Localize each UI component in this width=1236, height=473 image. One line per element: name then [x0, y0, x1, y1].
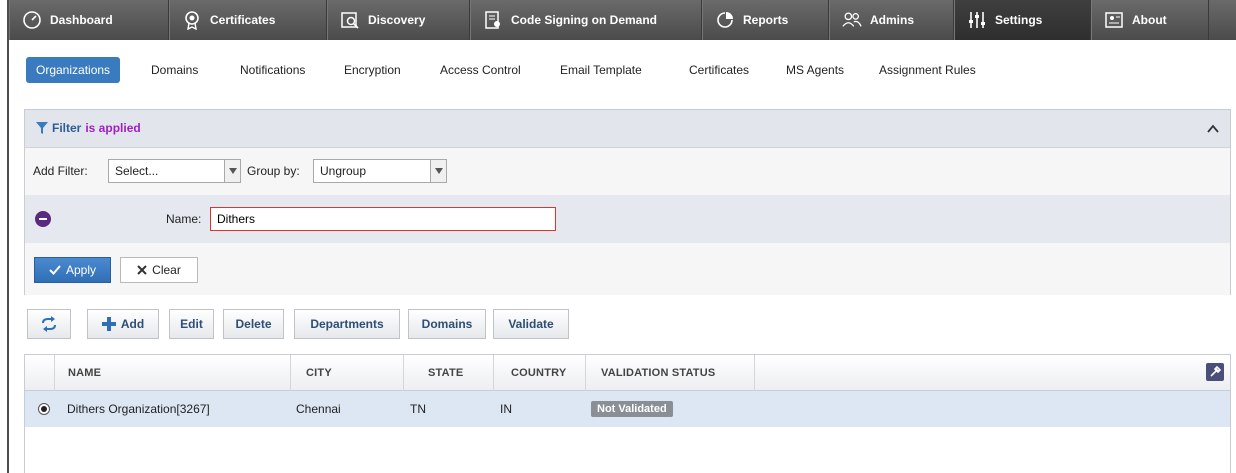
remove-filter-icon[interactable]	[35, 211, 51, 227]
settings-sliders-icon	[967, 10, 987, 30]
cell-state: TN	[410, 402, 426, 416]
filter-title-label: Filter	[52, 121, 82, 135]
organizations-table: NAME CITY STATE COUNTRY VALIDATION STATU…	[24, 354, 1231, 473]
name-filter-input[interactable]	[210, 207, 556, 231]
nav-dashboard[interactable]: Dashboard	[9, 0, 169, 40]
filter-options-row: Add Filter: Select... Group by: Ungroup	[25, 148, 1230, 195]
nav-reports[interactable]: Reports	[702, 0, 829, 40]
cell-country: IN	[500, 402, 512, 416]
group-by-label: Group by:	[247, 164, 300, 178]
column-settings-icon[interactable]	[1206, 363, 1224, 381]
tab-organizations[interactable]: Organizations	[26, 57, 121, 83]
filter-status: is applied	[85, 121, 141, 135]
group-by-value: Ungroup	[320, 164, 367, 178]
tab-assignment-rules[interactable]: Assignment Rules	[869, 57, 986, 83]
reports-icon	[715, 10, 735, 30]
validate-button[interactable]: Validate	[493, 309, 569, 339]
tab-certificates[interactable]: Certificates	[679, 57, 759, 83]
top-navigation: Dashboard Certificates Discovery Code Si…	[9, 0, 1236, 40]
add-filter-value: Select...	[115, 164, 159, 178]
domains-button[interactable]: Domains	[408, 309, 486, 339]
nav-admins[interactable]: Admins	[829, 0, 954, 40]
add-filter-select[interactable]: Select...	[108, 159, 241, 183]
cell-validation-status: Not Validated	[586, 391, 755, 427]
filter-panel: Filter is applied Add Filter: Select... …	[24, 109, 1231, 295]
row-select-radio[interactable]	[38, 403, 50, 415]
filter-header[interactable]: Filter is applied	[25, 110, 1230, 148]
cell-name: Dithers Organization[3267]	[67, 402, 210, 416]
code-signing-icon	[483, 10, 503, 30]
group-by-select[interactable]: Ungroup	[313, 159, 447, 183]
nav-code-signing-label: Code Signing on Demand	[511, 13, 657, 27]
nav-certificates[interactable]: Certificates	[169, 0, 327, 40]
column-header-city[interactable]: CITY	[291, 355, 404, 391]
nav-about-label: About	[1132, 13, 1167, 27]
nav-dashboard-label: Dashboard	[50, 13, 113, 27]
apply-button[interactable]: Apply	[34, 257, 111, 283]
plus-icon	[101, 317, 116, 331]
discovery-icon	[340, 10, 360, 30]
tab-domains[interactable]: Domains	[141, 57, 208, 83]
add-button-label: Add	[120, 317, 145, 331]
nav-discovery[interactable]: Discovery	[327, 0, 470, 40]
refresh-icon	[40, 316, 58, 332]
add-button[interactable]: Add	[87, 309, 159, 339]
add-filter-label: Add Filter:	[33, 164, 88, 178]
nav-reports-label: Reports	[743, 13, 789, 27]
nav-admins-label: Admins	[870, 13, 915, 27]
nav-discovery-label: Discovery	[368, 13, 426, 27]
filter-actions: Apply Clear	[25, 243, 1230, 295]
tab-notifications[interactable]: Notifications	[230, 57, 315, 83]
table-row[interactable]: Dithers Organization[3267] Chennai TN IN…	[25, 391, 1230, 427]
status-badge: Not Validated	[591, 401, 673, 417]
tab-encryption[interactable]: Encryption	[334, 57, 411, 83]
tab-ms-agents[interactable]: MS Agents	[776, 57, 854, 83]
close-icon	[137, 265, 147, 275]
nav-code-signing[interactable]: Code Signing on Demand	[470, 0, 702, 40]
chevron-up-icon[interactable]	[1206, 122, 1220, 136]
certificate-icon	[182, 10, 202, 30]
tab-email-template[interactable]: Email Template	[550, 57, 652, 83]
table-header: NAME CITY STATE COUNTRY VALIDATION STATU…	[25, 355, 1230, 391]
column-header-validation-status[interactable]: VALIDATION STATUS	[586, 355, 755, 391]
select-column-header	[25, 355, 55, 391]
nav-about[interactable]: About	[1091, 0, 1209, 40]
filter-title: Filter is applied	[35, 121, 141, 135]
left-border	[0, 0, 9, 473]
clear-button[interactable]: Clear	[120, 257, 198, 283]
about-icon	[1104, 10, 1124, 30]
settings-subnav: Organizations Domains Notifications Encr…	[9, 40, 1236, 92]
cell-city: Chennai	[296, 402, 341, 416]
column-header-name[interactable]: NAME	[55, 355, 291, 391]
nav-settings[interactable]: Settings	[954, 0, 1091, 40]
clear-button-label: Clear	[152, 263, 181, 277]
nav-certificates-label: Certificates	[210, 13, 276, 27]
organization-toolbar: Add Edit Delete Departments Domains Vali…	[24, 309, 1231, 339]
funnel-icon	[35, 121, 49, 135]
chevron-down-icon	[224, 160, 240, 182]
name-filter-row: Name:	[25, 195, 1230, 243]
name-label: Name:	[166, 212, 202, 226]
delete-button[interactable]: Delete	[223, 309, 284, 339]
checkmark-icon	[49, 265, 61, 275]
chevron-down-icon	[430, 160, 446, 182]
refresh-button[interactable]	[27, 309, 71, 339]
admins-icon	[842, 10, 862, 30]
gauge-icon	[22, 10, 42, 30]
column-header-country[interactable]: COUNTRY	[494, 355, 586, 391]
edit-button[interactable]: Edit	[169, 309, 214, 339]
departments-button[interactable]: Departments	[294, 309, 400, 339]
tab-access-control[interactable]: Access Control	[430, 57, 531, 83]
apply-button-label: Apply	[65, 263, 97, 277]
nav-settings-label: Settings	[995, 13, 1043, 27]
column-header-state[interactable]: STATE	[404, 355, 494, 391]
